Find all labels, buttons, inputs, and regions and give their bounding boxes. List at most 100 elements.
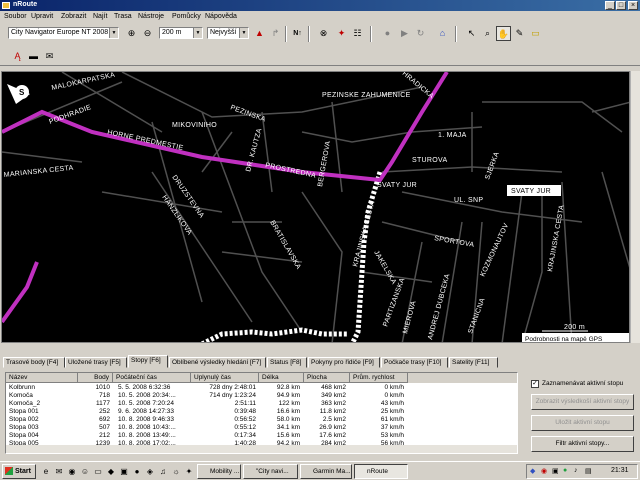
menu-napoveda[interactable]: Nápověda (205, 13, 237, 20)
binoculars-icon[interactable]: ⊗ (316, 26, 331, 41)
find-route-icon[interactable]: ✦ (334, 26, 349, 41)
app-icon[interactable]: ☼ (171, 467, 181, 477)
tab-satellites[interactable]: Satelity [F11] (449, 357, 498, 368)
taskbar-item-nroute[interactable]: nRoute (354, 464, 408, 479)
route-icon[interactable]: Ą (10, 49, 25, 64)
column-header[interactable]: Název (6, 373, 78, 383)
track-points: 507 (99, 424, 110, 431)
tray-icon[interactable]: ● (563, 467, 567, 474)
tab-waypoints[interactable]: Trasové body [F4] (3, 357, 65, 368)
media-icon[interactable]: ◉ (67, 467, 77, 477)
start-button[interactable]: Start (2, 464, 36, 479)
app-icon[interactable]: ● (132, 467, 142, 477)
map-label: BRATISLAVSKA (268, 220, 302, 271)
measure-icon[interactable]: ▭ (528, 26, 543, 41)
folder-icon[interactable]: ▭ (93, 467, 103, 477)
tray-icon[interactable]: ◆ (530, 467, 535, 475)
detail-select[interactable]: Nejvyšší ▼ (207, 27, 249, 39)
menu-najit[interactable]: Najít (93, 13, 107, 20)
zoom-tool-icon[interactable]: ⌕ (480, 26, 495, 41)
app-icon[interactable]: ◈ (145, 467, 155, 477)
menu-upravit[interactable]: Upravit (31, 13, 53, 20)
tracks-table[interactable]: Název Body Počáteční čas Uplynulý čas Dé… (5, 372, 518, 454)
mail-icon[interactable]: ✉ (54, 467, 64, 477)
map-product-select[interactable]: City Navigator Europe NT 2008 ▼ (8, 27, 119, 39)
table-row[interactable]: Stopa 002 692 10. 8. 2008 9:46:33 0:56:52 58… (6, 416, 517, 424)
column-header[interactable]: Délka (259, 373, 304, 383)
show-active-track-button[interactable]: Zobrazit výsledkoší aktivní stopy (531, 394, 634, 410)
map-label: PEZINSKE ZAHUMENICE (322, 92, 411, 99)
table-row[interactable]: Stopa 004 212 10. 8. 2008 13:49:... 0:17:34… (6, 432, 517, 440)
save-active-track-button[interactable]: Uložit aktivní stopu (531, 415, 634, 431)
column-header[interactable]: Prům. rychlost (350, 373, 408, 383)
zoom-out-icon[interactable]: ⊖ (140, 26, 155, 41)
column-header[interactable]: Uplynulý čas (191, 373, 259, 383)
transfer-icon[interactable]: ✉ (42, 49, 57, 64)
minimize-button[interactable]: _ (605, 1, 615, 10)
taskbar-item-mobility[interactable]: Mobility ... (197, 464, 241, 479)
select-arrow-icon[interactable]: ↖ (464, 26, 479, 41)
map-label: SVATY JUR (377, 182, 417, 189)
volume-icon[interactable]: ♪ (574, 467, 578, 474)
pan-hand-icon[interactable]: ✋ (496, 26, 511, 41)
column-header[interactable]: Počáteční čas (113, 373, 191, 383)
map-label: KOZMONAUTOV (479, 222, 510, 278)
menu-soubor[interactable]: Soubor (4, 13, 27, 20)
tray-icon[interactable]: ▣ (552, 467, 559, 475)
table-horizontal-scrollbar[interactable] (6, 445, 517, 453)
tab-status[interactable]: Status [F8] (267, 357, 307, 368)
record-track-label: Zaznamenávat aktivní stopu (542, 380, 624, 387)
window-title: nRoute (13, 1, 38, 8)
table-row[interactable]: Stopa 001 252 9. 6. 2008 14:27:33 0:39:48 16… (6, 408, 517, 416)
loop-icon[interactable]: ↻ (413, 26, 428, 41)
tab-tracks[interactable]: Stopy [F6] (128, 355, 168, 368)
menu-pomucky[interactable]: Pomůcky (172, 13, 201, 20)
messenger-icon[interactable]: ☺ (80, 467, 90, 477)
close-button[interactable]: × (628, 1, 638, 10)
desktop-icon[interactable]: ▣ (119, 467, 129, 477)
record-icon[interactable]: ● (380, 26, 395, 41)
map-vertical-scrollbar[interactable] (630, 71, 640, 343)
menu-nastroje[interactable]: Nástroje (138, 13, 164, 20)
filter-active-track-button[interactable]: Filtr aktivní stopy... (531, 436, 634, 452)
app-icon[interactable]: ✦ (184, 467, 194, 477)
tab-directions[interactable]: Pokyny pro řidiče [F9] (308, 357, 380, 368)
play-icon[interactable]: ▶ (397, 26, 412, 41)
zoom-in-icon[interactable]: ⊕ (124, 26, 139, 41)
main-toolbar: City Navigator Europe NT 2008 ▼ ⊕ ⊖ 200 … (0, 22, 640, 46)
zoom-level-select[interactable]: 200 m ▼ (159, 27, 203, 39)
record-track-checkbox[interactable]: ✓ (531, 380, 539, 388)
menu-zobrazit[interactable]: Zobrazit (61, 13, 86, 20)
tab-favorites[interactable]: Oblíbené výsledky hledání [F7] (169, 357, 266, 368)
taskbar-item-city-navigator[interactable]: "City navi... (243, 464, 298, 479)
table-row[interactable]: Stopa 003 507 10. 8. 2008 10:43:... 0:55:12… (6, 424, 517, 432)
taskbar-item-garmin[interactable]: Garmin Ma... (300, 464, 352, 479)
gps-device-icon[interactable]: ▬ (26, 49, 41, 64)
app-icon[interactable]: ♫ (158, 467, 168, 477)
map-label: HORNE PREDMESTIE (107, 129, 184, 152)
warning-icon[interactable]: ▲ (252, 26, 267, 41)
pencil-icon[interactable]: ✎ (512, 26, 527, 41)
find-places-icon[interactable]: ☷ (350, 26, 365, 41)
north-up-icon[interactable]: N↑ (290, 26, 305, 41)
menu-trasa[interactable]: Trasa (114, 13, 132, 20)
ie-icon[interactable]: e (41, 467, 51, 477)
column-header[interactable]: Plocha (304, 373, 350, 383)
table-row[interactable]: Kolbrunn 1010 5. 5. 2008 6:32:36 728 dny 2:… (6, 384, 517, 392)
tab-routes[interactable]: Uložené trasy [F5] (65, 357, 127, 368)
maximize-button[interactable]: □ (616, 1, 626, 10)
map-canvas[interactable]: S MALOKARPATSKA PODHRADIE HORNE PREDMEST… (2, 72, 630, 343)
track-name: Stopa 001 (9, 408, 39, 415)
network-icon[interactable]: ▤ (585, 467, 592, 475)
clock[interactable]: 21:31 (611, 467, 629, 474)
tray-icon[interactable]: ◉ (541, 467, 547, 475)
column-header[interactable]: Body (78, 373, 113, 383)
home-icon[interactable]: ⌂ (435, 26, 450, 41)
table-row[interactable]: Komoča 718 10. 5. 2008 20:34:... 714 dny 1:… (6, 392, 517, 400)
table-row[interactable]: Komoča_2 1177 10. 5. 2008 7:20:24 2:51:11 12… (6, 400, 517, 408)
app-icon[interactable]: ◆ (106, 467, 116, 477)
tab-route-counters[interactable]: Počkače trasy [F10] (381, 357, 448, 368)
redo-icon[interactable]: ↱ (268, 26, 283, 41)
compass-icon: S (7, 84, 30, 104)
map-view[interactable]: S MALOKARPATSKA PODHRADIE HORNE PREDMEST… (1, 71, 630, 343)
